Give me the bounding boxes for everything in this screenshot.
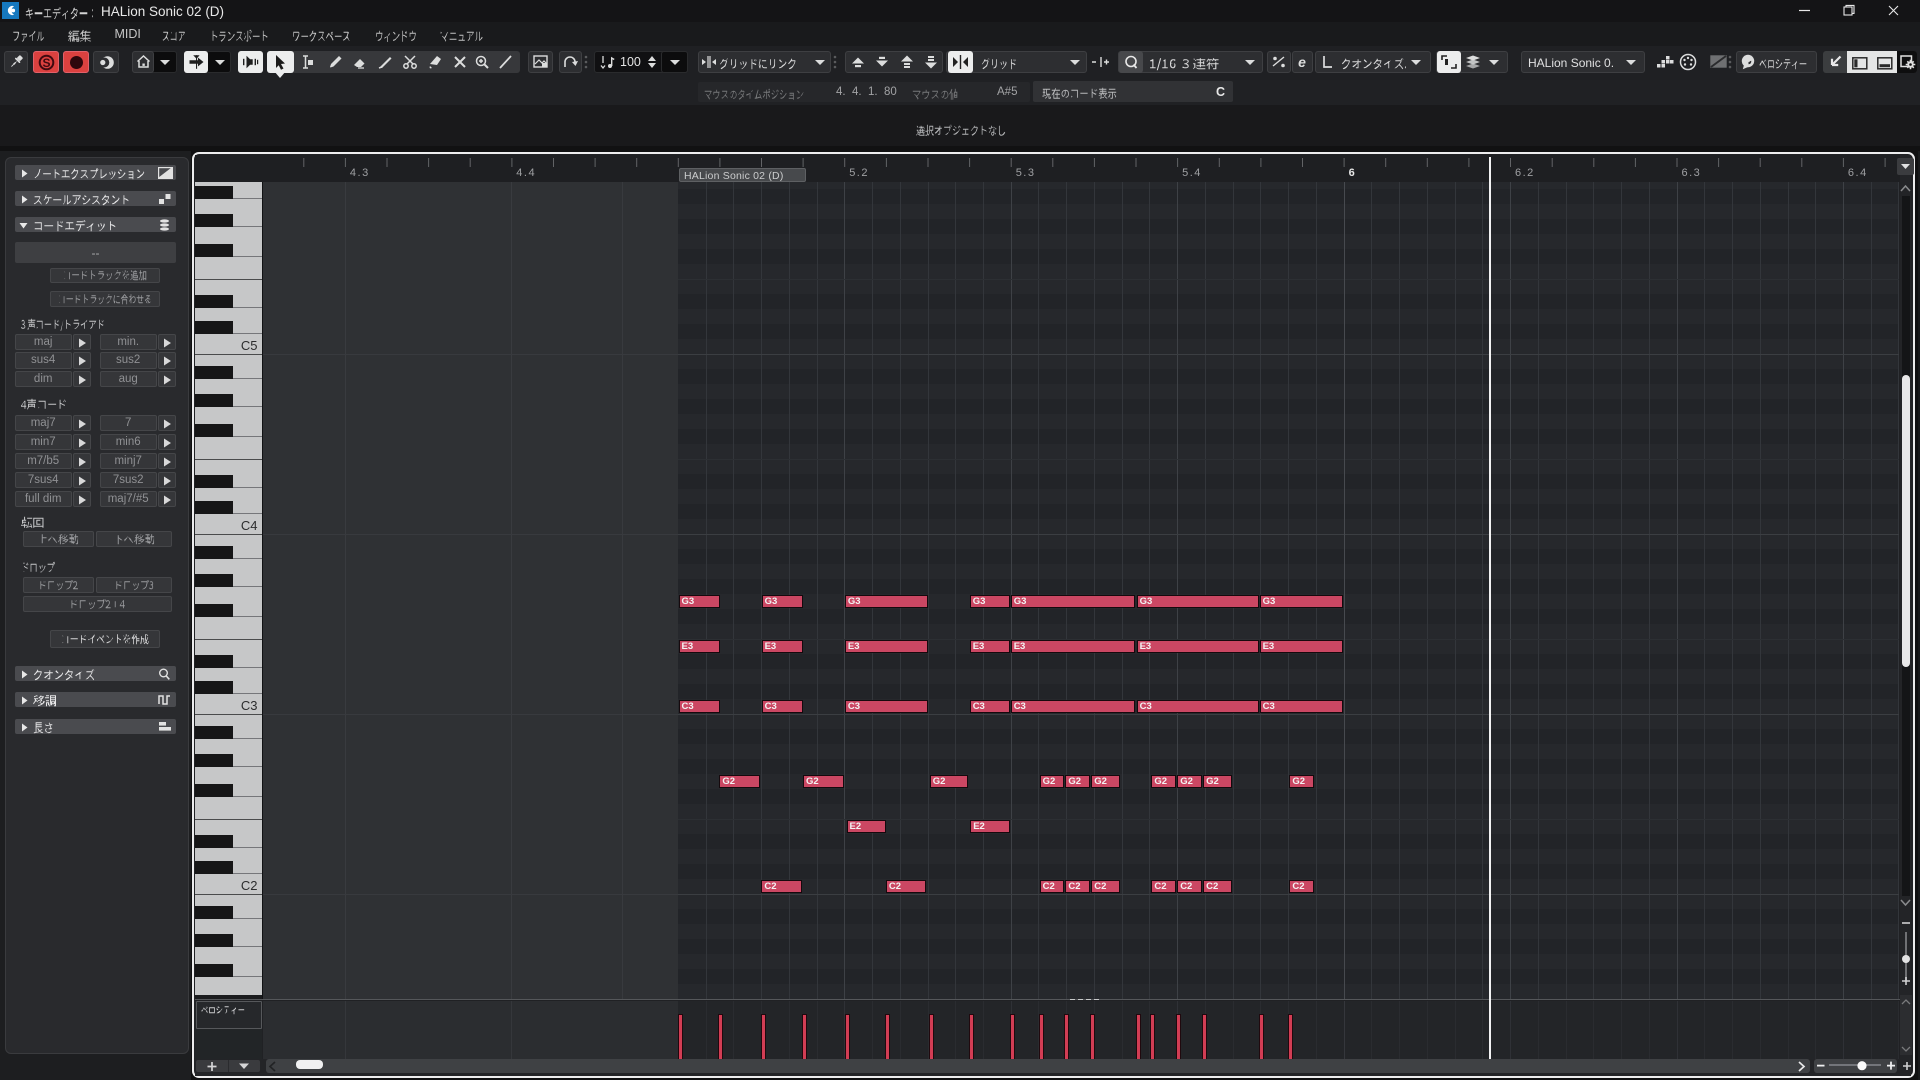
svg-text:S: S: [42, 56, 50, 70]
svg-text:e: e: [1298, 54, 1306, 70]
